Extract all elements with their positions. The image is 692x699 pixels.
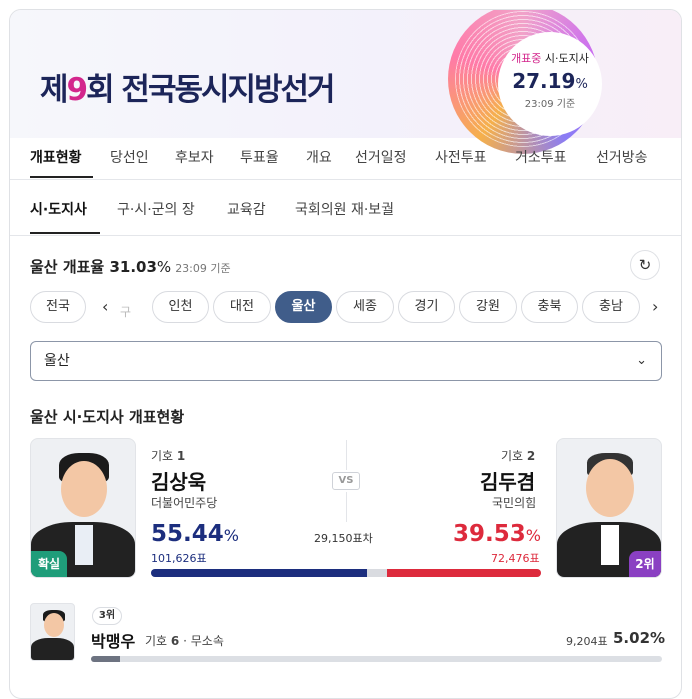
refresh-icon: ↻ [638, 256, 652, 274]
candidate-2-bar [386, 569, 541, 577]
active-subtab-indicator [30, 232, 100, 234]
chip-chungbuk[interactable]: 충북 [521, 291, 578, 323]
candidate-2-name: 김두겸 [480, 470, 536, 494]
chip-daejeon[interactable]: 대전 [213, 291, 271, 323]
chevron-right-icon[interactable]: › [652, 297, 658, 316]
chevron-down-icon: ⌄ [636, 353, 647, 368]
win-badge: 확실 [31, 551, 67, 577]
divider [346, 492, 347, 522]
tab-winners[interactable]: 당선인 [110, 147, 149, 167]
tab-absentee-vote[interactable]: 거소투표 [515, 147, 567, 167]
chip-gyeonggi[interactable]: 경기 [398, 291, 455, 323]
candidate-1-photo: 확실 [30, 438, 136, 578]
chip-ulsan[interactable]: 울산 [275, 291, 332, 323]
candidate-3-info: 기호 6 · 무소속 [145, 634, 224, 648]
candidate-2-votes: 72,476표 [491, 552, 540, 565]
rank-badge: 2위 [629, 551, 661, 577]
tab-early-vote[interactable]: 사전투표 [435, 147, 487, 167]
vs-badge: VS [332, 472, 360, 490]
election-card: 제9회 전국동시지방선거 개표중 시·도지사 27.19% 23:09 기준 개… [9, 9, 682, 699]
candidate-1-bar [151, 569, 368, 577]
tab-candidates[interactable]: 후보자 [175, 147, 214, 167]
candidate-3-name: 박맹우 [91, 632, 136, 651]
page-title: 제9회 전국동시지방선거 [40, 72, 336, 108]
subtab-by-election[interactable]: 국회의원 재·보궐 [295, 199, 394, 219]
candidate-2-percent: 39.53% [453, 521, 541, 547]
divider [346, 440, 347, 470]
vote-difference: 29,150표차 [314, 532, 373, 545]
candidate-3-percent: 5.02% [613, 629, 666, 647]
candidate-3-bar-fill [91, 656, 120, 662]
chip-incheon[interactable]: 인천 [152, 291, 209, 323]
section-title: 울산 시·도지사 개표현황 [30, 408, 185, 426]
subtab-local-head[interactable]: 구·시·군의 장 [117, 199, 195, 219]
subtab-education[interactable]: 교육감 [227, 199, 266, 219]
region-count-rate: 울산 개표율 31.03% 23:09 기준 [30, 258, 231, 276]
main-tabs: 개표현황 당선인 후보자 투표율 개요 선거일정 사전투표 거소투표 선거방송 [10, 138, 681, 180]
candidate-1-votes: 101,626표 [151, 552, 207, 565]
chip-partial: 구 [120, 305, 132, 319]
candidate-3-bar [91, 656, 662, 662]
tab-turnout[interactable]: 투표율 [240, 147, 279, 167]
tab-broadcast[interactable]: 선거방송 [596, 147, 648, 167]
candidate-2-party: 국민의힘 [492, 496, 537, 510]
count-progress-badge: 개표중 시·도지사 27.19% 23:09 기준 [498, 32, 602, 136]
candidate-2-number: 기호 2 [501, 449, 536, 463]
tab-overview[interactable]: 개요 [306, 147, 332, 167]
chip-sejong[interactable]: 세종 [336, 291, 394, 323]
candidate-3-photo [30, 603, 75, 661]
chip-nationwide[interactable]: 전국 [30, 291, 86, 323]
candidate-2-photo: 2위 [556, 438, 662, 578]
chevron-left-icon[interactable]: ‹ [102, 297, 108, 316]
chip-chungnam[interactable]: 충남 [582, 291, 640, 323]
chip-gangwon[interactable]: 강원 [459, 291, 517, 323]
region-select[interactable]: 울산 ⌄ [30, 341, 662, 381]
candidate-3-rank: 3위 [92, 607, 122, 625]
candidate-1-name: 김상욱 [151, 470, 207, 494]
candidate-1-party: 더불어민주당 [151, 496, 218, 510]
subtab-governor[interactable]: 시·도지사 [30, 199, 87, 219]
candidate-1-percent: 55.44% [151, 521, 239, 547]
refresh-button[interactable]: ↻ [630, 250, 660, 280]
candidate-1-number: 기호 1 [151, 449, 186, 463]
candidate-3-votes: 9,204표 [566, 635, 608, 648]
vote-share-bar [151, 569, 541, 577]
sub-tabs: 시·도지사 구·시·군의 장 교육감 국회의원 재·보궐 [10, 180, 681, 236]
tab-schedule[interactable]: 선거일정 [355, 147, 407, 167]
tab-count-status[interactable]: 개표현황 [30, 147, 82, 167]
active-tab-indicator [30, 176, 93, 178]
election-header: 제9회 전국동시지방선거 개표중 시·도지사 27.19% 23:09 기준 [10, 10, 681, 154]
